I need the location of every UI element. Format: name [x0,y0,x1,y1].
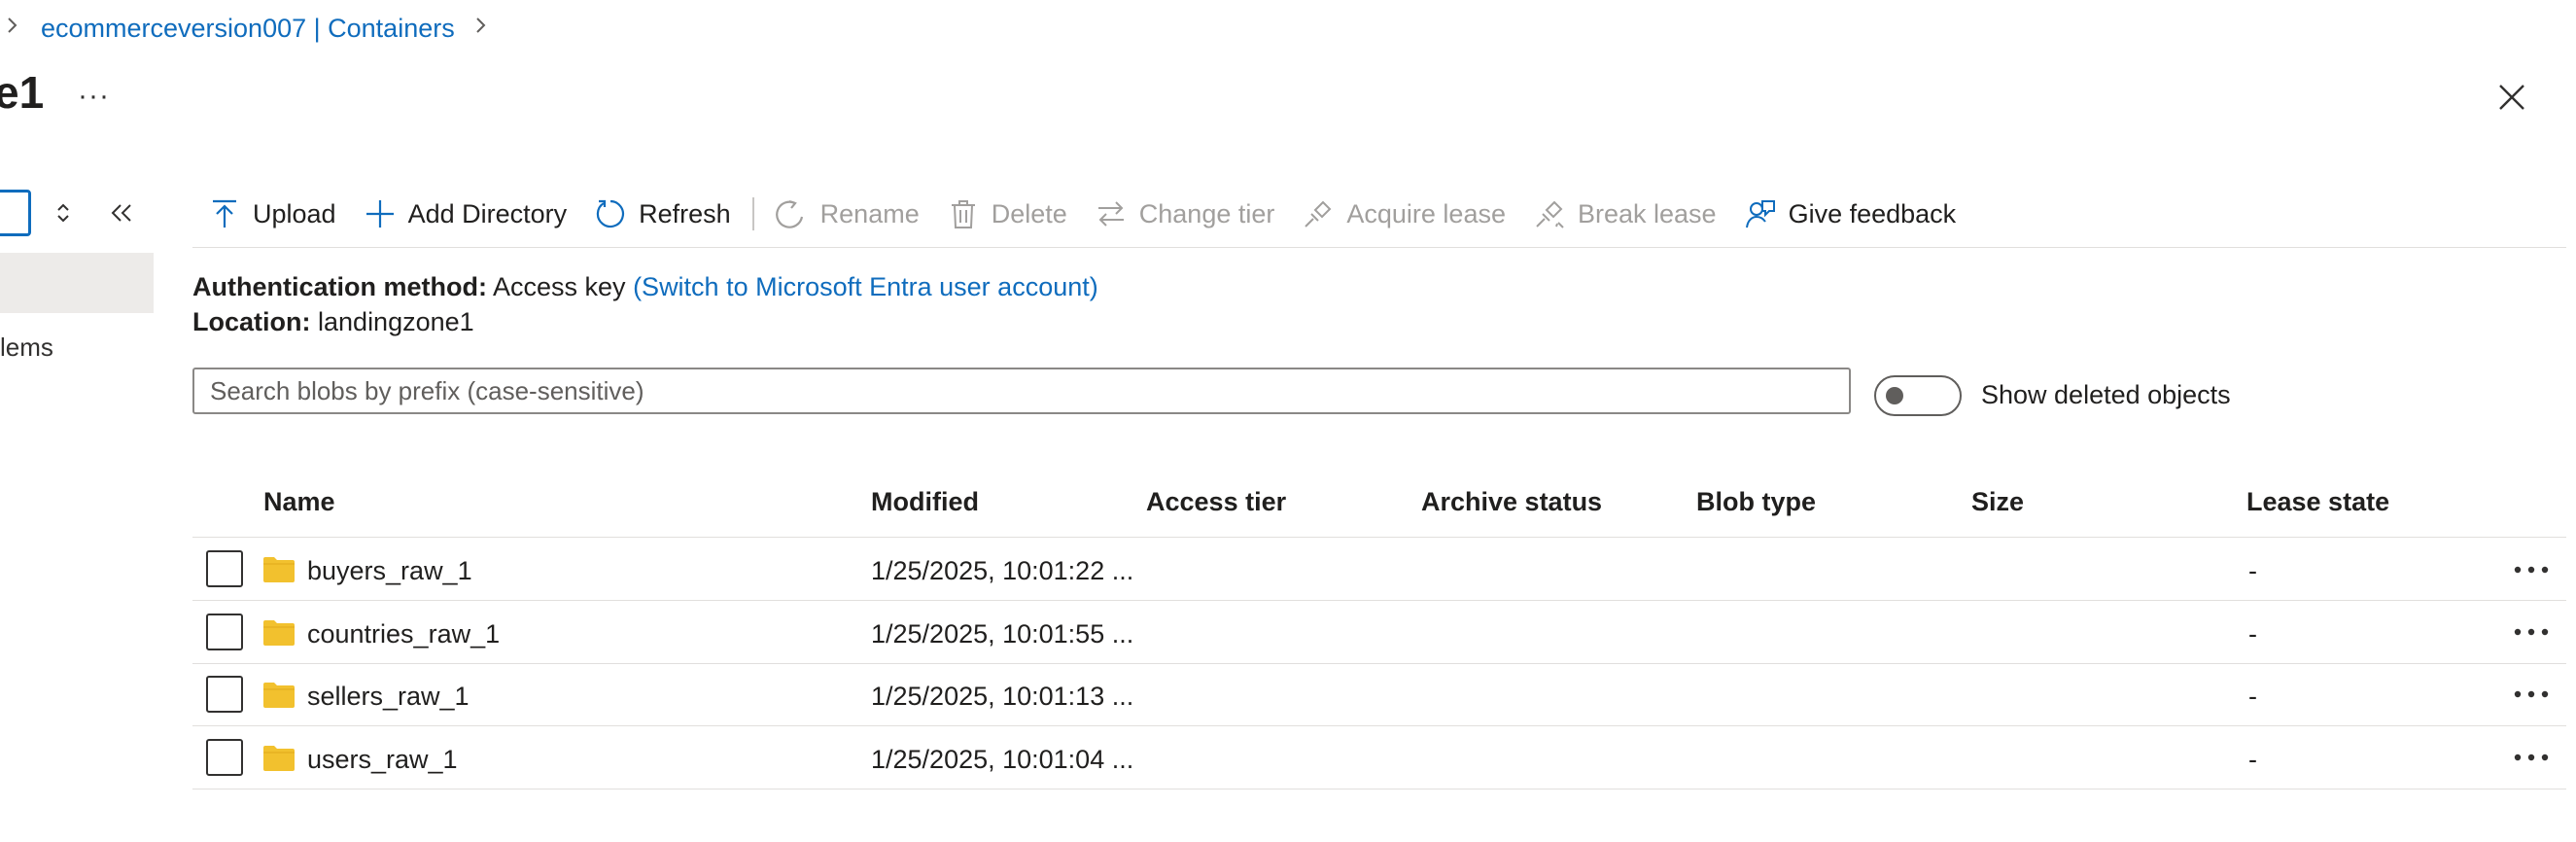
sort-icon[interactable] [52,200,74,226]
acquire-lease-label: Acquire lease [1346,198,1506,228]
row-lease-state: - [2248,682,2257,711]
show-deleted-label: Show deleted objects [1981,380,2231,409]
row-more-icon[interactable] [2512,748,2551,767]
row-name[interactable]: countries_raw_1 [307,619,500,649]
change-tier-button[interactable]: Change tier [1081,189,1289,239]
toolbar: Upload Add Directory Refresh Rename Dele… [194,189,1969,239]
left-panel-search-box[interactable] [0,190,31,236]
toolbar-divider [192,247,2566,248]
row-modified: 1/25/2025, 10:01:22 ... [871,556,1134,585]
break-lease-button[interactable]: Break lease [1519,189,1730,239]
swap-icon [1097,201,1124,227]
row-lease-state: - [2248,556,2257,585]
column-header-name[interactable]: Name [263,487,335,517]
header-divider [192,537,2566,538]
row-divider [192,600,2566,601]
upload-button[interactable]: Upload [194,189,350,239]
column-header-size[interactable]: Size [1971,487,2024,517]
location-label: Location: [192,307,311,336]
row-name[interactable]: sellers_raw_1 [307,682,470,712]
page-title: e1 [0,67,45,118]
rename-button[interactable]: Rename [762,189,933,239]
add-icon [366,200,394,228]
row-lease-state: - [2248,745,2257,774]
row-modified: 1/25/2025, 10:01:04 ... [871,745,1134,774]
row-more-icon[interactable] [2512,684,2551,704]
auth-method-label: Authentication method: [192,272,487,301]
column-header-modified[interactable]: Modified [871,487,979,517]
give-feedback-label: Give feedback [1788,198,1957,228]
left-panel-item[interactable]: lems [0,333,53,363]
row-checkbox[interactable] [206,676,243,713]
rename-label: Rename [819,198,920,228]
search-blobs-input[interactable] [192,368,1851,414]
folder-icon [263,683,295,708]
row-lease-state: - [2248,619,2257,649]
delete-button[interactable]: Delete [933,189,1081,239]
breadcrumb-chevron-icon [6,16,19,35]
more-options-button[interactable]: ··· [78,82,110,111]
upload-label: Upload [253,198,336,228]
row-name[interactable]: users_raw_1 [307,745,458,775]
row-divider [192,663,2566,664]
row-more-icon[interactable] [2512,560,2551,579]
add-directory-button[interactable]: Add Directory [350,189,581,239]
link-icon [1305,200,1332,228]
auth-method-line: Authentication method: Access key (Switc… [192,272,1098,302]
delete-label: Delete [991,198,1067,228]
broken-link-icon [1536,200,1564,228]
row-checkbox[interactable] [206,739,243,776]
location-value: landingzone1 [318,307,474,336]
break-lease-label: Break lease [1577,198,1717,228]
row-checkbox[interactable] [206,550,243,587]
trash-icon [951,200,975,228]
auth-method-value: Access key [493,272,626,301]
give-feedback-button[interactable]: Give feedback [1730,189,1970,239]
refresh-button[interactable]: Refresh [580,189,745,239]
refresh-label: Refresh [639,198,731,228]
breadcrumb-link[interactable]: ecommerceversion007 | Containers [41,14,455,44]
row-more-icon[interactable] [2512,622,2551,642]
show-deleted-toggle[interactable] [1874,375,1962,416]
acquire-lease-button[interactable]: Acquire lease [1288,189,1519,239]
row-name[interactable]: buyers_raw_1 [307,556,472,586]
refresh-icon [597,199,625,228]
upload-icon [213,199,236,228]
add-directory-label: Add Directory [407,198,568,228]
folder-icon [263,557,295,582]
row-checkbox[interactable] [206,614,243,650]
left-panel-selected-item[interactable] [0,253,154,313]
column-header-lease-state[interactable]: Lease state [2246,487,2389,517]
toggle-knob [1886,387,1903,404]
toolbar-separator [751,197,754,230]
location-line: Location: landingzone1 [192,307,474,337]
row-divider [192,725,2566,726]
rename-icon [775,199,803,228]
folder-icon [263,620,295,646]
row-modified: 1/25/2025, 10:01:55 ... [871,619,1134,649]
folder-icon [263,746,295,771]
collapse-panel-icon[interactable] [109,202,134,224]
change-tier-label: Change tier [1138,198,1275,228]
breadcrumb-chevron-icon [474,16,488,35]
column-header-archive-status[interactable]: Archive status [1421,487,1602,517]
feedback-icon [1745,200,1775,228]
switch-auth-link[interactable]: (Switch to Microsoft Entra user account) [633,272,1098,301]
row-modified: 1/25/2025, 10:01:13 ... [871,682,1134,711]
column-header-blob-type[interactable]: Blob type [1696,487,1816,517]
close-icon[interactable] [2496,82,2527,113]
column-header-access-tier[interactable]: Access tier [1146,487,1286,517]
